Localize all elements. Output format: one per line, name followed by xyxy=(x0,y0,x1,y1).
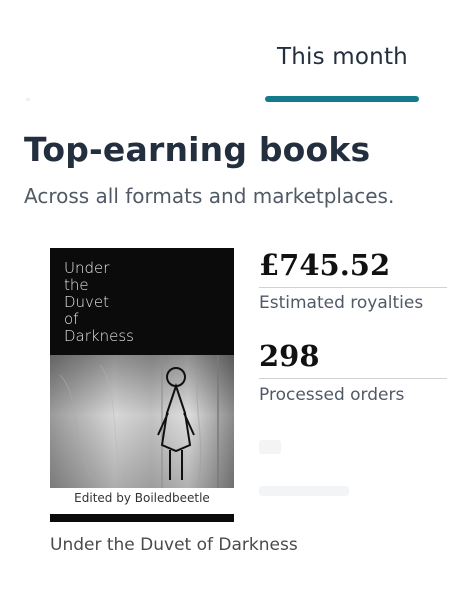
cover-illustration xyxy=(50,355,234,505)
cover-title-line: Duvet xyxy=(64,293,110,311)
section-subtitle: Across all formats and marketplaces. xyxy=(24,184,395,208)
cover-credit: Edited by Boiledbeetle xyxy=(74,491,210,505)
faded-metric-label xyxy=(259,486,349,496)
royalties-value: £745.52 xyxy=(259,248,391,282)
cover-title: Under the Duvet of Darkness xyxy=(64,260,184,345)
orders-value: 298 xyxy=(259,339,320,373)
book-title[interactable]: Under the Duvet of Darkness xyxy=(50,535,298,555)
faded-divider xyxy=(26,98,30,101)
royalties-divider xyxy=(259,287,447,288)
faded-metric-value xyxy=(259,440,281,454)
period-tabs: This month xyxy=(0,0,463,108)
royalties-label: Estimated royalties xyxy=(259,293,424,313)
cover-title-line: Darkness xyxy=(64,327,134,345)
tab-this-month[interactable]: This month xyxy=(277,44,408,70)
orders-label: Processed orders xyxy=(259,385,405,405)
orders-divider xyxy=(259,378,447,379)
cover-title-line: of xyxy=(64,310,79,328)
section-title: Top-earning books xyxy=(24,130,371,169)
book-cover[interactable]: Under the Duvet of Darkness Edited by Bo… xyxy=(50,248,234,522)
cover-title-line: the xyxy=(64,276,89,294)
active-tab-indicator xyxy=(265,96,419,102)
cover-title-line: Under xyxy=(64,259,110,277)
cover-bottom-band xyxy=(50,514,234,522)
